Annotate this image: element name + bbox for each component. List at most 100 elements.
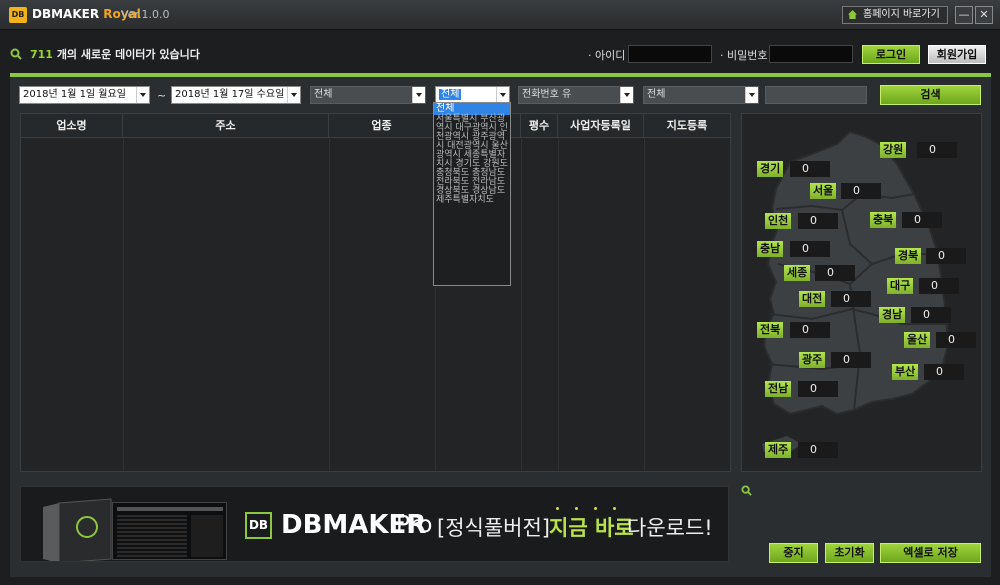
region-tag-ulsan[interactable]: 울산 [904,332,931,348]
banner-download: 다운로드! [627,516,713,540]
login-button[interactable]: 로그인 [862,45,920,64]
app-screenshot-thumbnail [112,502,227,560]
new-data-notice: 711 개의 새로운 데이터가 있습니다 [30,46,200,62]
region-count-busan: 0 [924,364,964,380]
region-tag-gwangju[interactable]: 광주 [799,352,826,368]
region-count-gangwon: 0 [917,142,957,158]
reset-button[interactable]: 초기화 [825,543,874,563]
emphasis-dot [575,507,578,510]
password-input[interactable] [769,45,853,63]
region-tag-jeonnam[interactable]: 전남 [765,381,792,397]
chevron-down-icon [136,87,149,103]
column-divider [558,138,559,471]
chevron-down-icon [287,87,300,103]
minimize-button[interactable]: — [955,6,973,24]
column-header-registration-date[interactable]: 사업자등록일 [558,114,644,138]
dropdown-items[interactable]: 서울특별시 부산광역시 대구광역시 인천광역시 광주광역시 대전광역시 울산광역… [436,115,508,205]
category-select[interactable]: 전체 [310,86,426,104]
emphasis-dot [594,507,597,510]
region-tag-busan[interactable]: 부산 [892,364,919,380]
new-data-count: 711 [30,48,53,61]
type-value: 전체 [647,89,666,100]
column-header-map[interactable]: 지도등록 [644,114,730,138]
column-divider [644,138,645,471]
app-version: Ver.1.0.0 [121,8,170,21]
date-to-select[interactable]: 2018년 1월 17일 수요일 [171,86,301,104]
phone-select[interactable]: 전화번호 유 [518,86,634,104]
region-count-jeonnam: 0 [798,381,838,397]
emphasis-dot [556,507,559,510]
banner-full-version: [정식풀버전] [437,516,550,540]
search-icon [10,48,22,60]
region-tag-chungbuk[interactable]: 충북 [870,212,897,228]
map-search-icon [741,485,752,496]
category-value: 전체 [314,89,333,100]
column-header-industry[interactable]: 업종 [329,114,435,138]
chevron-down-icon [496,87,509,103]
region-tag-jeonbuk[interactable]: 전북 [757,322,784,338]
column-header-name[interactable]: 업소명 [21,114,123,138]
excel-export-button[interactable]: 엑셀로 저장 [880,543,981,563]
region-tag-gyeongnam[interactable]: 경남 [879,307,906,323]
column-header-area[interactable]: 평수 [521,114,558,138]
date-range-separator: ~ [157,89,167,102]
password-label: · 비밀번호 [720,49,768,62]
region-tag-chungnam[interactable]: 충남 [757,241,784,257]
column-divider [329,138,330,471]
region-tag-daejeon[interactable]: 대전 [799,291,826,307]
region-count-gwangju: 0 [831,352,871,368]
new-data-text: 개의 새로운 데이터가 있습니다 [56,48,200,61]
emphasis-dot [613,507,616,510]
region-value: 전체 [439,89,462,100]
id-input[interactable] [628,45,712,63]
app-title-main: DBMAKER [32,7,100,21]
region-dropdown-list[interactable]: 전체 서울특별시 부산광역시 대구광역시 인천광역시 광주광역시 대전광역시 울… [433,102,511,286]
region-count-seoul: 0 [841,183,881,199]
region-tag-daegu[interactable]: 대구 [887,278,914,294]
close-button[interactable]: ✕ [975,6,993,24]
region-tag-sejong[interactable]: 세종 [784,265,811,281]
column-header-address[interactable]: 주소 [123,114,329,138]
date-from-value: 2018년 1월 1일 월요일 [23,89,126,100]
region-tag-gyeongbuk[interactable]: 경북 [895,248,922,264]
region-tag-jeju[interactable]: 제주 [765,442,792,458]
region-count-chungnam: 0 [790,241,830,257]
region-count-gyeongbuk: 0 [926,248,966,264]
region-count-daegu: 0 [919,278,959,294]
date-to-value: 2018년 1월 17일 수요일 [175,89,285,100]
app-logo-icon: DB [9,7,27,23]
banner-logo-icon: DB [245,512,272,539]
banner-now: 지금 바로 [549,516,634,540]
region-tag-incheon[interactable]: 인천 [765,213,792,229]
region-count-incheon: 0 [798,213,838,229]
chevron-down-icon [620,87,633,103]
signup-button[interactable]: 회원가입 [928,45,986,64]
search-button[interactable]: 검색 [880,85,981,105]
column-divider [123,138,124,471]
region-count-jeju: 0 [798,442,838,458]
banner-pro: Pro [396,512,433,538]
region-count-gyeongnam: 0 [911,307,951,323]
chevron-down-icon [412,87,425,103]
region-count-jeonbuk: 0 [790,322,830,338]
homepage-button[interactable]: 홈페이지 바로가기 [842,6,948,24]
chevron-down-icon [745,87,758,103]
type-select[interactable]: 전체 [643,86,759,104]
region-tag-gyeonggi[interactable]: 경기 [757,161,784,177]
keyword-input[interactable] [765,86,867,104]
region-tag-gangwon[interactable]: 강원 [880,142,907,158]
stop-button[interactable]: 중지 [769,543,818,563]
region-count-sejong: 0 [815,265,855,281]
id-label: · 아이디 [588,49,626,62]
date-from-select[interactable]: 2018년 1월 1일 월요일 [19,86,150,104]
region-tag-seoul[interactable]: 서울 [810,183,837,199]
phone-value: 전화번호 유 [522,89,572,100]
product-box-icon [43,498,112,561]
region-count-chungbuk: 0 [902,212,942,228]
region-count-gyeonggi: 0 [790,161,830,177]
home-icon [848,10,857,19]
results-table: 업소명 주소 업종 평수 사업자등록일 지도등록 [20,113,731,472]
region-count-ulsan: 0 [936,332,976,348]
column-divider [521,138,522,471]
region-count-daejeon: 0 [831,291,871,307]
